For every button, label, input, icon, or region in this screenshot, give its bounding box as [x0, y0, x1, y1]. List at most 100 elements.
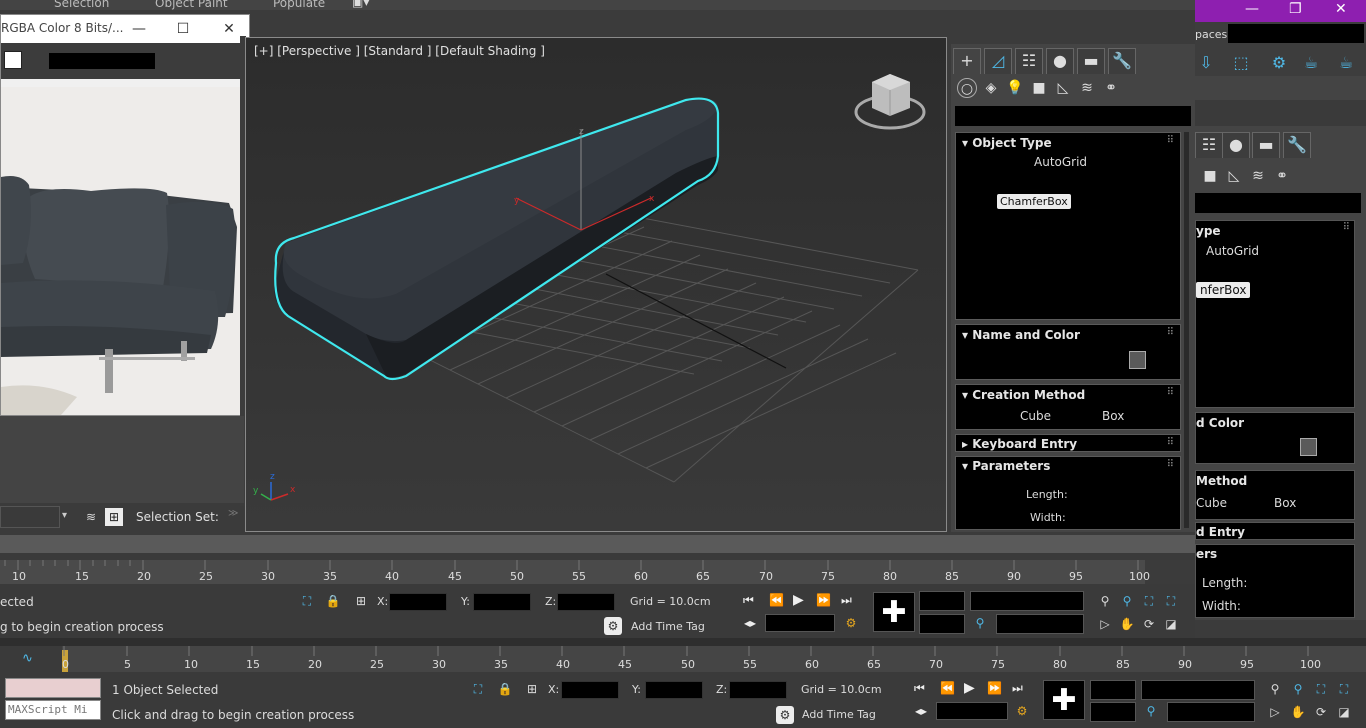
set-key-icon[interactable]: ✚: [873, 592, 915, 632]
add-time-tag[interactable]: Add Time Tag: [631, 620, 705, 633]
bw-tab-motion[interactable]: ●: [1222, 132, 1250, 158]
tab-utilities[interactable]: 🔧: [1108, 48, 1136, 74]
box-radio[interactable]: Box: [1102, 409, 1124, 423]
layers-icon[interactable]: ≋: [82, 508, 100, 526]
add-time-tag[interactable]: Add Time Tag: [802, 708, 876, 721]
auto-key-button[interactable]: [919, 591, 965, 611]
key-filters-dropdown[interactable]: [1167, 702, 1255, 722]
time-config-icon[interactable]: ⚙: [1013, 702, 1031, 720]
tab-modify[interactable]: ◿: [984, 48, 1012, 74]
lights-icon[interactable]: 💡: [1005, 78, 1025, 98]
y-coordinate-field[interactable]: [645, 681, 703, 699]
go-to-start-icon[interactable]: ⏮: [914, 681, 925, 696]
zoom-all-icon[interactable]: ⚲: [1118, 592, 1136, 610]
select-region-icon[interactable]: ⬚: [1230, 52, 1252, 74]
curve-editor-icon[interactable]: ∿: [22, 651, 33, 666]
maximize-icon[interactable]: ☐: [173, 19, 193, 39]
bw-chamferbox-button[interactable]: nferBox: [1196, 282, 1251, 298]
orbit-icon[interactable]: ⟳: [1140, 615, 1158, 633]
current-frame-field[interactable]: [936, 702, 1008, 720]
zoom-extents-all-icon[interactable]: ⛶: [1335, 680, 1353, 698]
lock-icon[interactable]: 🔒: [324, 592, 342, 610]
z-coordinate-field[interactable]: [557, 593, 615, 611]
perspective-viewport[interactable]: [+] [Perspective ] [Standard ] [Default …: [245, 37, 947, 532]
time-slider[interactable]: [0, 535, 1195, 553]
current-frame-field[interactable]: [765, 614, 835, 632]
field-of-view-icon[interactable]: ▷: [1096, 615, 1114, 633]
bw-helpers-icon[interactable]: ◺: [1224, 166, 1244, 186]
rollout-title[interactable]: ▾ Object Type: [962, 136, 1052, 150]
menu-selection[interactable]: Selection: [54, 0, 109, 10]
selection-list-dropdown[interactable]: [970, 591, 1084, 611]
absolute-mode-icon[interactable]: ⊞: [523, 680, 541, 698]
scene-layer-dropdown[interactable]: [0, 506, 60, 528]
go-to-end-icon[interactable]: ⏭: [1012, 681, 1023, 696]
previous-frame-icon[interactable]: ⏪: [940, 681, 955, 695]
tab-display[interactable]: ▬: [1077, 48, 1105, 74]
maxscript-listener-pink[interactable]: [5, 678, 101, 698]
bw-systems-icon[interactable]: ⚭: [1272, 166, 1292, 186]
shapes-icon[interactable]: ◈: [981, 78, 1001, 98]
field-of-view-icon[interactable]: ▷: [1266, 703, 1284, 721]
auto-key-button[interactable]: [1090, 680, 1136, 700]
bw-tab-hierarchy[interactable]: ☷: [1195, 132, 1223, 158]
bw-tab-utilities[interactable]: 🔧: [1283, 132, 1311, 158]
x-coordinate-field[interactable]: [389, 593, 447, 611]
tab-motion[interactable]: ●: [1046, 48, 1074, 74]
play-icon[interactable]: ▶: [964, 680, 975, 696]
maxscript-mini-listener[interactable]: MAXScript Mi: [5, 700, 101, 720]
cube-radio[interactable]: Cube: [1020, 409, 1051, 423]
bw-spacewarps-icon[interactable]: ≋: [1248, 166, 1268, 186]
bw-autogrid-label[interactable]: AutoGrid: [1206, 244, 1259, 258]
geometry-icon[interactable]: ○: [957, 78, 977, 98]
rollout-title[interactable]: ▸ Keyboard Entry: [962, 437, 1077, 451]
lock-icon[interactable]: 🔒: [496, 680, 514, 698]
viewcube[interactable]: [854, 74, 924, 130]
selection-list-dropdown[interactable]: [1141, 680, 1255, 700]
minimize-icon[interactable]: —: [129, 19, 149, 39]
systems-icon[interactable]: ⚭: [1101, 78, 1121, 98]
spacewarps-icon[interactable]: ≋: [1077, 78, 1097, 98]
go-to-end-icon[interactable]: ⏭: [841, 593, 852, 608]
chevron-down-icon[interactable]: ▾: [62, 510, 67, 521]
isolate-selection-icon[interactable]: ⛶: [298, 592, 316, 610]
bw-box-radio[interactable]: Box: [1274, 496, 1296, 510]
hierarchy-icon[interactable]: ⊞: [105, 508, 123, 526]
isolate-selection-icon[interactable]: ⛶: [469, 680, 487, 698]
maximize-viewport-icon[interactable]: ◪: [1335, 703, 1353, 721]
category-dropdown[interactable]: [955, 106, 1191, 126]
rollout-keyboard-entry[interactable]: ▸ Keyboard Entry ⠿: [955, 434, 1181, 452]
time-tag-icon[interactable]: ⚙: [776, 706, 794, 724]
rollout-title[interactable]: ▾ Parameters: [962, 459, 1050, 473]
key-filters-icon[interactable]: ⚲: [1142, 702, 1160, 720]
helpers-icon[interactable]: ◺: [1053, 78, 1073, 98]
menu-populate[interactable]: Populate: [273, 0, 325, 10]
next-frame-icon[interactable]: ⏩: [816, 593, 831, 607]
key-filters-dropdown[interactable]: [996, 614, 1084, 634]
restore-icon[interactable]: ❐: [1289, 1, 1302, 17]
walk-through-icon[interactable]: ✋: [1289, 703, 1307, 721]
maximize-viewport-icon[interactable]: ◪: [1162, 615, 1180, 633]
orbit-icon[interactable]: ⟳: [1312, 703, 1330, 721]
minimize-icon[interactable]: —: [1245, 1, 1259, 17]
bw-tab-display[interactable]: ▬: [1252, 132, 1280, 158]
workspaces-dropdown[interactable]: [1228, 24, 1364, 43]
zoom-icon[interactable]: ⚲: [1266, 680, 1284, 698]
set-key-button[interactable]: [1090, 702, 1136, 722]
y-coordinate-field[interactable]: [473, 593, 531, 611]
absolute-mode-icon[interactable]: ⊞: [352, 592, 370, 610]
material-editor-icon[interactable]: ⚙: [1268, 52, 1290, 74]
render-setup-icon[interactable]: ☕: [1300, 52, 1322, 74]
zoom-icon[interactable]: ⚲: [1096, 592, 1114, 610]
key-filters-icon[interactable]: ⚲: [971, 614, 989, 632]
zoom-extents-icon[interactable]: ⛶: [1140, 592, 1158, 610]
bw-color-swatch[interactable]: [1300, 438, 1317, 456]
import-icon[interactable]: ⇩: [1195, 52, 1217, 74]
bw-cube-radio[interactable]: Cube: [1196, 496, 1227, 510]
bw-camera-icon[interactable]: ■: [1200, 166, 1220, 186]
camera-icon[interactable]: ■: [1029, 78, 1049, 98]
zoom-all-icon[interactable]: ⚲: [1289, 680, 1307, 698]
chamferbox-button[interactable]: ChamferBox: [997, 194, 1071, 209]
next-frame-icon[interactable]: ⏩: [987, 681, 1002, 695]
menu-object-paint[interactable]: Object Paint: [155, 0, 228, 10]
